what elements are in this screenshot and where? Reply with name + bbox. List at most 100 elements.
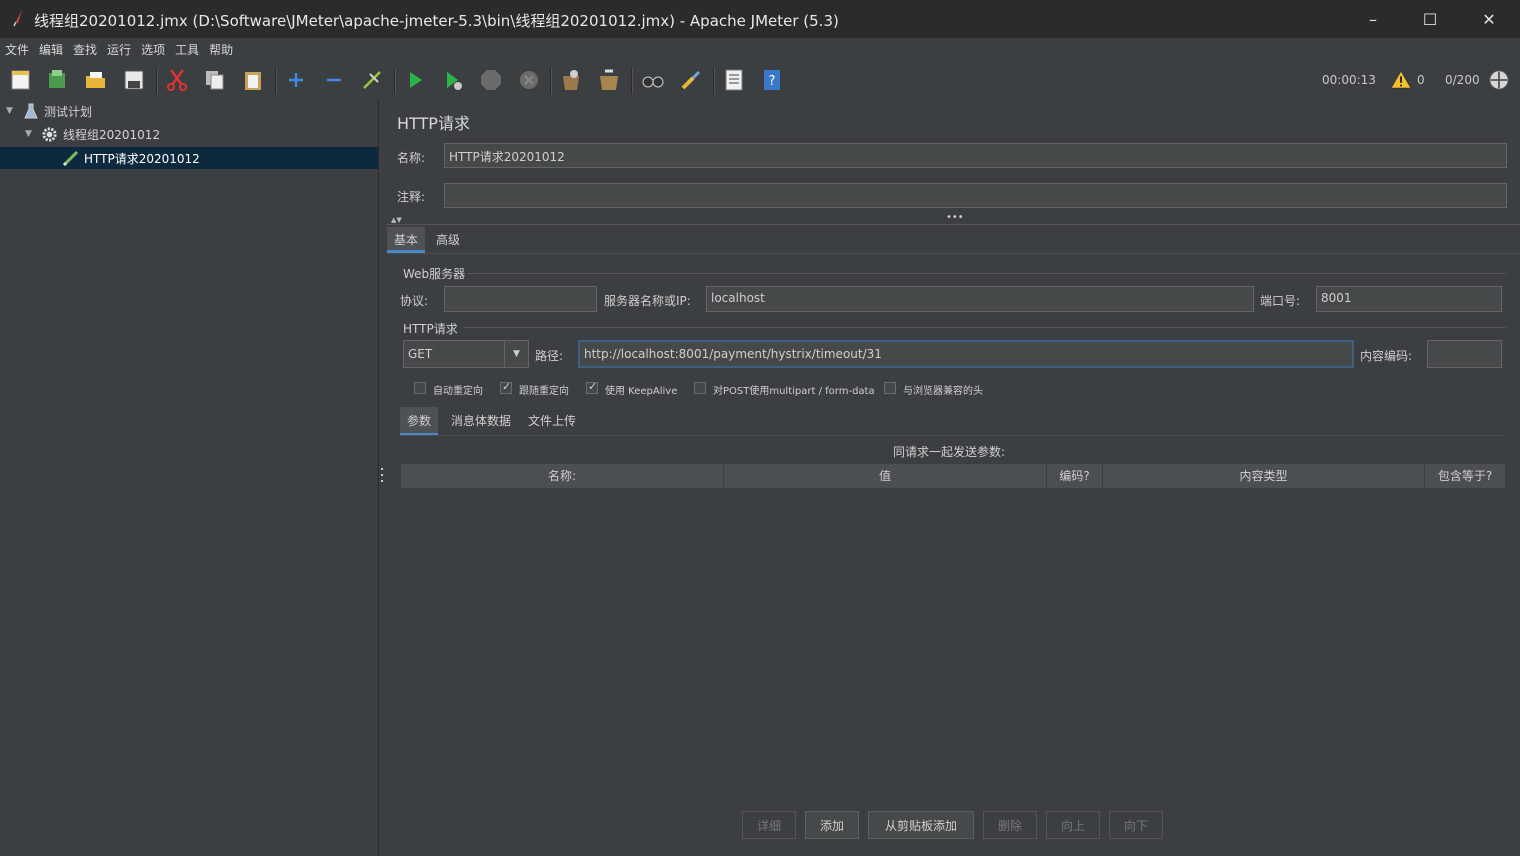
paste-icon[interactable]: [241, 68, 265, 92]
clear-icon[interactable]: [559, 68, 583, 92]
templates-icon[interactable]: [45, 68, 69, 92]
divider-handle-icon[interactable]: •••: [946, 212, 964, 223]
detail-button[interactable]: 详细: [742, 811, 796, 839]
start-no-pause-icon[interactable]: [441, 68, 465, 92]
tab-basic[interactable]: 基本: [387, 227, 426, 253]
tab-advanced[interactable]: 高级: [429, 227, 467, 253]
pen-icon: [62, 150, 79, 166]
protocol-field[interactable]: [444, 286, 597, 312]
close-button[interactable]: ✕: [1460, 0, 1518, 38]
help-icon[interactable]: ?: [760, 68, 784, 92]
browser-headers-checkbox[interactable]: [884, 382, 896, 394]
title-bar: 线程组20201012.jmx (D:\Software\JMeter\apac…: [0, 0, 1520, 38]
name-field[interactable]: HTTP请求20201012: [444, 143, 1507, 168]
search-icon[interactable]: [641, 68, 665, 92]
follow-redirect-checkbox[interactable]: [500, 380, 512, 394]
maximize-button[interactable]: ☐: [1401, 0, 1459, 38]
toolbar-separator: [275, 68, 277, 94]
elapsed-time: 00:00:13: [1322, 73, 1376, 87]
test-plan-tree: ▼ 测试计划 ▼ 线程组20201012 HTTP请求20201012: [0, 100, 379, 856]
tree-item-thread-group[interactable]: ▼ 线程组20201012: [0, 123, 378, 145]
menu-file[interactable]: 文件: [0, 41, 34, 58]
warning-icon[interactable]: [1390, 69, 1412, 91]
path-field[interactable]: http://localhost:8001/payment/hystrix/ti…: [578, 340, 1354, 368]
menu-edit[interactable]: 编辑: [34, 41, 68, 58]
stop-icon[interactable]: [479, 68, 503, 92]
page-title: HTTP请求: [397, 114, 470, 133]
expand-arrow-icon[interactable]: ▼: [25, 129, 35, 139]
add-from-clipboard-button[interactable]: 从剪贴板添加: [868, 811, 974, 839]
comment-label: 注释:: [397, 190, 426, 204]
menu-bar: 文件 编辑 查找 运行 选项 工具 帮助: [0, 38, 1520, 60]
tree-item-test-plan[interactable]: ▼ 测试计划: [0, 100, 378, 122]
start-icon[interactable]: [403, 68, 427, 92]
column-header-encode[interactable]: 编码?: [1047, 464, 1103, 488]
tree-item-label: 线程组20201012: [63, 127, 161, 142]
menu-tools[interactable]: 工具: [170, 41, 204, 58]
toggle-icon[interactable]: [360, 68, 384, 92]
divider: [386, 224, 1520, 225]
auto-redirect-checkbox[interactable]: [414, 382, 426, 394]
cut-icon[interactable]: [165, 68, 189, 92]
tab-body-data[interactable]: 消息体数据: [444, 407, 518, 433]
protocol-label: 协议:: [400, 294, 429, 308]
auto-redirect-label: 自动重定向: [433, 386, 483, 397]
tree-item-http-request[interactable]: HTTP请求20201012: [0, 147, 378, 169]
function-helper-icon[interactable]: [722, 68, 746, 92]
save-icon[interactable]: [122, 68, 146, 92]
web-server-group-title: Web服务器: [403, 267, 466, 281]
svg-text:?: ?: [769, 74, 776, 89]
content-encoding-field[interactable]: [1427, 340, 1502, 368]
minimize-button[interactable]: –: [1344, 0, 1402, 38]
keepalive-label: 使用 KeepAlive: [605, 386, 678, 397]
column-header-value[interactable]: 值: [724, 464, 1047, 488]
tree-item-label: 测试计划: [44, 104, 93, 119]
content-encoding-label: 内容编码:: [1360, 349, 1413, 363]
port-label: 端口号:: [1260, 294, 1301, 308]
gear-icon: [42, 126, 57, 142]
move-up-button[interactable]: 向上: [1046, 811, 1100, 839]
multipart-label: 对POST使用multipart / form-data: [713, 386, 875, 397]
keepalive-checkbox[interactable]: [586, 380, 598, 394]
params-caption: 同请求一起发送参数:: [893, 445, 1006, 459]
comment-field[interactable]: [444, 183, 1507, 208]
multipart-checkbox[interactable]: [694, 382, 706, 394]
follow-redirect-label: 跟随重定向: [519, 386, 569, 397]
name-label: 名称:: [397, 151, 426, 165]
collapse-icon[interactable]: [322, 68, 346, 92]
open-icon[interactable]: [84, 68, 108, 92]
menu-run[interactable]: 运行: [102, 41, 136, 58]
delete-button[interactable]: 删除: [983, 811, 1037, 839]
column-header-include-equals[interactable]: 包含等于?: [1425, 464, 1505, 488]
warning-count: 0: [1417, 73, 1425, 87]
chevron-down-icon[interactable]: ▼: [504, 341, 528, 367]
reset-search-icon[interactable]: [679, 68, 703, 92]
menu-options[interactable]: 选项: [136, 41, 170, 58]
move-down-button[interactable]: 向下: [1109, 811, 1163, 839]
new-icon[interactable]: [9, 68, 33, 92]
remote-status-icon: [1489, 70, 1509, 90]
toolbar-separator: [550, 68, 552, 94]
menu-help[interactable]: 帮助: [204, 41, 238, 58]
tab-underline: [386, 253, 1520, 254]
server-field[interactable]: localhost: [706, 286, 1254, 312]
expand-icon[interactable]: [284, 68, 308, 92]
toolbar: ? 00:00:13 0 0/200: [0, 60, 1520, 100]
copy-icon[interactable]: [203, 68, 227, 92]
column-header-name[interactable]: 名称:: [401, 464, 724, 488]
browser-headers-label: 与浏览器兼容的头: [903, 386, 983, 397]
collapse-arrows-icon[interactable]: ▲▼: [391, 216, 402, 224]
shutdown-icon[interactable]: [517, 68, 541, 92]
method-select[interactable]: GET ▼: [403, 340, 529, 368]
menu-search[interactable]: 查找: [68, 41, 102, 58]
pane-splitter[interactable]: [379, 100, 385, 856]
expand-arrow-icon[interactable]: ▼: [6, 106, 16, 116]
tab-file-upload[interactable]: 文件上传: [521, 407, 583, 433]
add-button[interactable]: 添加: [805, 811, 859, 839]
port-field[interactable]: 8001: [1316, 286, 1502, 312]
tab-parameters[interactable]: 参数: [400, 407, 439, 436]
jmeter-feather-icon: [13, 10, 22, 27]
column-header-content-type[interactable]: 内容类型: [1103, 464, 1425, 488]
clear-all-icon[interactable]: [597, 68, 621, 92]
http-request-panel: HTTP请求 名称: HTTP请求20201012 注释: ▲▼ ••• 基本 …: [386, 100, 1520, 856]
